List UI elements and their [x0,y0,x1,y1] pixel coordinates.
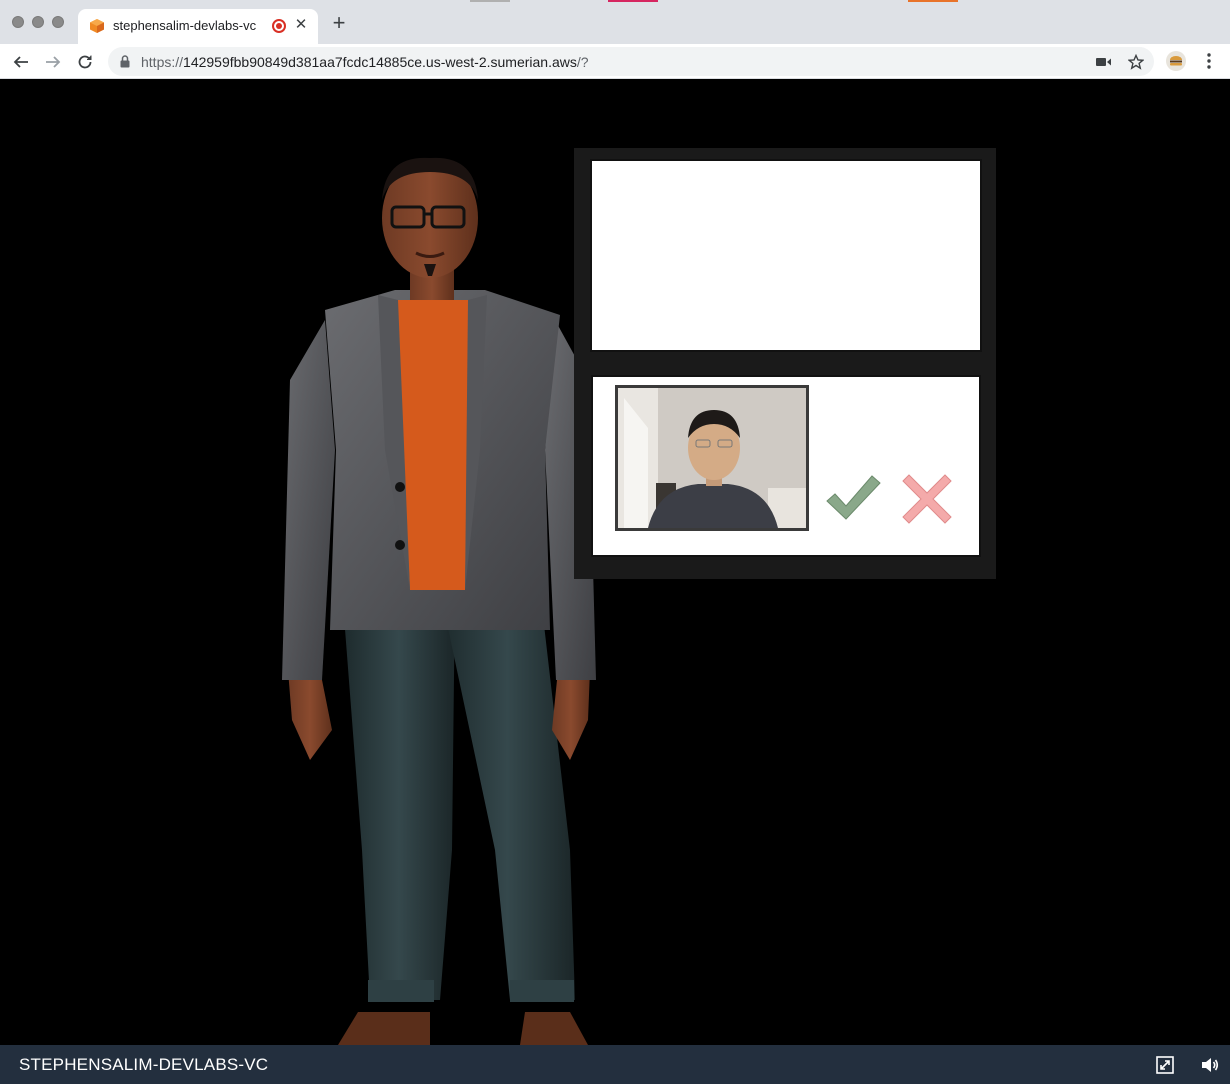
browser-menu-button[interactable] [1200,50,1218,72]
verification-area [591,375,981,557]
fullscreen-icon[interactable] [1156,1056,1174,1074]
strip-accent [608,0,658,2]
reload-button[interactable] [72,49,98,75]
lock-icon [120,55,130,68]
url-text: https://142959fbb90849d381aa7fcdc14885ce… [141,54,589,70]
url-scheme: https:// [141,54,184,70]
scene-title: STEPHENSALIM-DEVLABS-VC [19,1055,269,1074]
browser-toolbar: https://142959fbb90849d381aa7fcdc14885ce… [0,44,1230,79]
arrow-left-icon [13,56,28,68]
profile-avatar[interactable] [1166,51,1186,71]
x-icon [902,474,952,524]
new-tab-button[interactable]: + [328,12,350,34]
window-zoom-button[interactable] [52,16,64,28]
camera-icon[interactable] [1095,53,1113,71]
close-icon[interactable]: ✕ [292,15,310,35]
reload-icon [78,55,92,69]
strip-accent [908,0,958,2]
address-bar[interactable]: https://142959fbb90849d381aa7fcdc14885ce… [108,47,1154,76]
checkmark-icon [826,475,881,520]
strip-accent [470,0,510,2]
tab-strip: stephensalim-devlabs-vc ✕ + [0,0,1230,44]
browser-tab[interactable]: stephensalim-devlabs-vc ✕ [78,9,318,44]
arrow-right-icon [46,56,61,68]
sumerian-bottom-bar: STEPHENSALIM-DEVLABS-VC [0,1045,1230,1084]
volume-icon[interactable] [1201,1056,1219,1074]
tab-title: stephensalim-devlabs-vc [113,18,257,33]
reject-button[interactable] [901,473,953,525]
webcam-preview [615,385,809,531]
scene-viewport[interactable] [0,80,1230,1045]
burger-icon [1170,56,1182,66]
confirm-button[interactable] [825,473,881,523]
sumerian-cube-icon [90,19,104,33]
window-minimize-button[interactable] [32,16,44,28]
webcam-feed [618,388,806,528]
kebab-menu-icon [1207,53,1211,69]
host-character [282,157,596,1045]
url-host: 142959fbb90849d381aa7fcdc14885ce.us-west… [183,54,577,70]
message-area [590,159,982,352]
star-icon[interactable] [1127,53,1145,71]
window-close-button[interactable] [12,16,24,28]
forward-button[interactable] [40,49,66,75]
recording-icon [272,19,286,33]
url-path: /? [576,54,589,70]
back-button[interactable] [8,49,34,75]
interaction-panel [574,148,996,579]
